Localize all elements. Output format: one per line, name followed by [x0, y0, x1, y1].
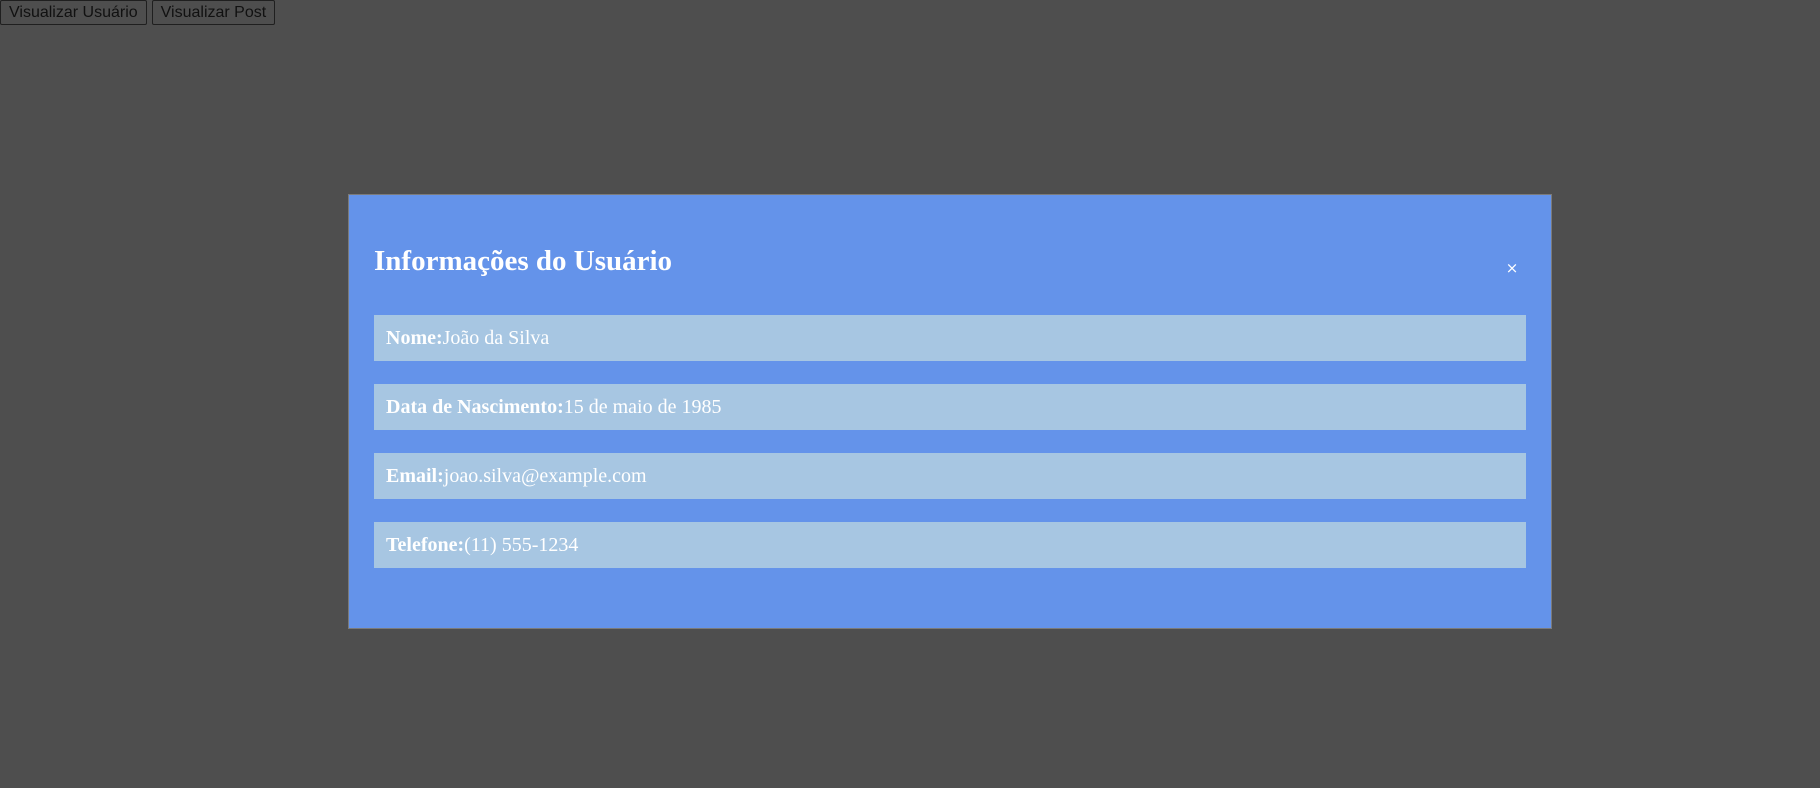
field-phone-label: Telefone:	[386, 534, 465, 556]
view-user-button[interactable]: Visualizar Usuário	[0, 0, 147, 25]
top-toolbar: Visualizar Usuário Visualizar Post	[0, 0, 276, 25]
field-email: Email:joao.silva@example.com	[374, 453, 1526, 499]
field-name-value: João da Silva	[442, 327, 550, 349]
view-post-button[interactable]: Visualizar Post	[151, 0, 276, 25]
field-name-label: Nome:	[386, 327, 443, 349]
field-phone-value: (11) 555-1234	[464, 534, 579, 556]
close-icon[interactable]: ×	[1502, 258, 1522, 278]
field-name: Nome:João da Silva	[374, 315, 1526, 361]
field-phone: Telefone:(11) 555-1234	[374, 522, 1526, 568]
user-info-modal: Informações do Usuário × Nome:João da Si…	[348, 194, 1552, 629]
field-email-value: joao.silva@example.com	[443, 465, 647, 487]
field-birth-date: Data de Nascimento:15 de maio de 1985	[374, 384, 1526, 430]
field-birth-date-label: Data de Nascimento:	[386, 396, 564, 418]
field-email-label: Email:	[386, 465, 444, 487]
field-birth-date-value: 15 de maio de 1985	[563, 396, 722, 418]
modal-title: Informações do Usuário	[374, 245, 673, 277]
